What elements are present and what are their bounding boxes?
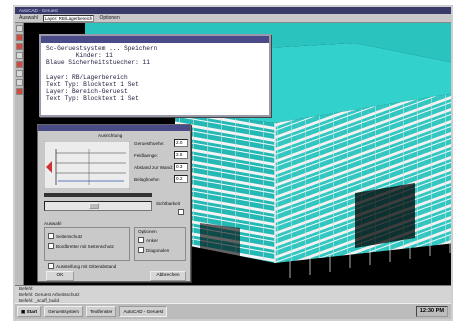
text-line: Text Typ: Blocktext 1 Set — [46, 81, 139, 89]
taskbar-item[interactable]: Textfenster — [85, 306, 117, 317]
tool-icon[interactable] — [16, 34, 23, 41]
checkbox-icon[interactable] — [48, 233, 54, 239]
title-text: AutoCAD - Geruest — [19, 8, 58, 13]
title-bar: AutoCAD - Geruest — [15, 7, 451, 14]
clock: 12:30 PM — [415, 306, 448, 317]
cb3-label: Anker — [146, 238, 159, 243]
tool-icon[interactable] — [16, 88, 23, 95]
taskbar-item[interactable]: Geruestsystem — [44, 306, 83, 317]
tool-icon[interactable] — [16, 70, 23, 77]
checkbox-icon[interactable] — [48, 263, 54, 269]
text-line: Kinder: 11 — [46, 52, 113, 60]
visibility-slider[interactable] — [44, 201, 152, 211]
ok-button[interactable]: OK — [46, 271, 74, 281]
cb1-label: Seitenschutz — [56, 234, 83, 239]
command-line[interactable]: Befehl: Befehl: Geruest Arbeitsschutz Be… — [15, 285, 451, 303]
checkbox-icon[interactable] — [138, 237, 144, 243]
preview-diagram — [44, 141, 130, 189]
visibility-label: Sichtbarkeit — [156, 201, 181, 206]
start-button[interactable]: ▣ Start — [17, 306, 42, 317]
field2-input[interactable]: 2.5 — [174, 151, 188, 159]
checkbox-icon[interactable] — [138, 247, 144, 253]
tool-icon[interactable] — [16, 79, 23, 86]
field1-input[interactable]: 2.0 — [174, 139, 188, 147]
dialog-title: Ausrichtung — [98, 133, 123, 138]
layer-field[interactable]: Layer: RB/Lagerbereich — [42, 14, 95, 22]
checkbox-icon[interactable] — [178, 209, 184, 215]
options-label: Optionen — [138, 229, 157, 234]
start-label: Start — [26, 309, 38, 314]
field1-label: Geruesthoehe: — [134, 141, 165, 146]
menu-item[interactable]: Auswahl — [19, 15, 38, 21]
monitor-frame: AutoCAD - Geruest Auswahl Layer: RB/Lage… — [13, 5, 453, 321]
left-toolbar — [15, 23, 24, 285]
taskbar-item[interactable]: AutoCAD - Geruest — [119, 306, 168, 317]
group-label: Auswahl — [44, 221, 62, 226]
tool-icon[interactable] — [16, 43, 23, 50]
tool-icon[interactable] — [16, 52, 23, 59]
field3-input[interactable]: 0.3 — [174, 163, 188, 171]
text-line: Sc-Geruestsystem ... Speichern — [46, 45, 158, 52]
text-window: Sc-Geruestsystem ... Speichern Kinder: 1… — [39, 34, 271, 117]
cb4-label: Diagonalen — [146, 248, 170, 253]
text-line: Layer: Bereich-Geruest — [46, 88, 128, 96]
text-line: Layer: RB/Lagerbereich — [46, 73, 128, 81]
taskbar: ▣ Start Geruestsystem Textfenster AutoCA… — [15, 303, 451, 319]
field4-input[interactable]: 0.2 — [174, 175, 188, 183]
text-window-titlebar — [41, 36, 269, 43]
cb2-label: Bordbretter mit Seitenschutz — [56, 244, 114, 249]
field2-label: Feldlaenge: — [134, 153, 159, 158]
tool-icon[interactable] — [16, 25, 23, 32]
divider-bar — [44, 193, 152, 197]
tool-icon[interactable] — [16, 61, 23, 68]
field3-label: Abstand zur Wand: — [134, 165, 173, 170]
menu-item[interactable]: Optionen — [99, 15, 119, 21]
text-line: Text Typ: Blocktext 1 Set — [46, 95, 139, 103]
slider-thumb[interactable] — [89, 203, 99, 209]
dialog-titlebar — [38, 125, 190, 131]
cb5-label: Aussteifung mit Gitterabstand — [56, 264, 117, 269]
checkbox-icon[interactable] — [48, 243, 54, 249]
text-window-body: Sc-Geruestsystem ... Speichern Kinder: 1… — [41, 43, 269, 105]
cancel-button[interactable]: Abbrechen — [150, 271, 186, 281]
menu-bar: Auswahl Layer: RB/Lagerbereich Optionen — [15, 14, 451, 23]
scaffold-dialog: Ausrichtung Geruesthoehe: 2.0 Feldlaenge… — [37, 124, 191, 282]
text-line: Blaue Sicherheitstuecher: 11 — [46, 59, 150, 67]
field4-label: Belaghoehe: — [134, 177, 160, 182]
